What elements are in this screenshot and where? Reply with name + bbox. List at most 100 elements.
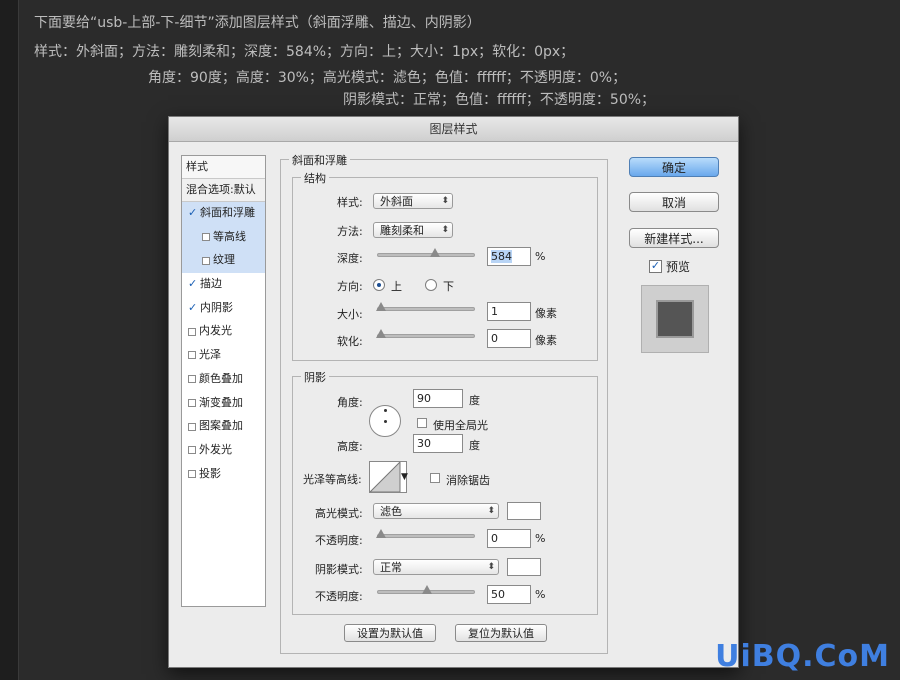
checkbox-icon[interactable] <box>188 446 196 455</box>
highlight-opacity-value: 0 <box>491 532 498 545</box>
shadow-mode-label: 阴影模式: <box>315 563 363 576</box>
instruction-line-1: 下面要给“usb-上部-下-细节”添加图层样式（斜面浮雕、描边、内阴影） <box>34 15 481 31</box>
gloss-contour-label: 光泽等高线: <box>303 473 362 486</box>
shadow-color-swatch[interactable] <box>507 558 541 576</box>
layer-style-dialog: 图层样式 样式 混合选项:默认 ✓ 斜面和浮雕 等高线 纹理 ✓ 描边 ✓ 内阴影 内发光 光泽颜… <box>168 116 739 668</box>
antialias-checkbox[interactable] <box>430 473 440 483</box>
shadow-opacity-input[interactable]: 50 <box>487 585 531 604</box>
direction-up-label: 上 <box>391 280 402 293</box>
shadow-opacity-slider[interactable] <box>377 585 475 594</box>
global-light-checkbox[interactable] <box>417 418 427 428</box>
direction-down-radio[interactable] <box>425 279 437 291</box>
soften-value: 0 <box>491 332 498 345</box>
left-panel-strip <box>0 0 19 680</box>
altitude-value: 30 <box>417 437 431 450</box>
highlight-opacity-slider[interactable] <box>376 529 475 538</box>
style-list-item-label: 描边 <box>200 277 222 291</box>
checkmark-icon[interactable]: ✓ <box>188 273 197 296</box>
preview-thumbnail <box>641 285 709 353</box>
make-default-button[interactable]: 设置为默认值 <box>344 624 436 642</box>
depth-label: 深度: <box>337 252 363 265</box>
depth-input[interactable]: 584 <box>487 247 531 266</box>
style-list-item[interactable]: 图案叠加 <box>182 415 265 439</box>
shading-title: 阴影 <box>301 369 329 385</box>
shadow-opacity-unit: % <box>535 588 546 601</box>
dialog-title[interactable]: 图层样式 <box>169 117 738 142</box>
blending-options-item[interactable]: 混合选项:默认 <box>182 179 265 202</box>
angle-label: 角度: <box>337 396 363 409</box>
style-list-item[interactable]: 内发光 <box>182 320 265 344</box>
shadow-opacity-value: 50 <box>491 588 505 601</box>
style-list-item[interactable]: ✓ 内阴影 <box>182 297 265 321</box>
style-list-item[interactable]: 等高线 <box>182 225 265 250</box>
depth-slider-thumb[interactable] <box>430 248 440 257</box>
structure-title: 结构 <box>301 170 329 186</box>
style-list-item[interactable]: 渐变叠加 <box>182 392 265 416</box>
depth-unit: % <box>535 250 546 263</box>
highlight-opacity-thumb[interactable] <box>376 529 386 538</box>
ok-button[interactable]: 确定 <box>629 157 719 177</box>
shadow-opacity-label: 不透明度: <box>315 590 363 603</box>
altitude-unit: 度 <box>469 439 480 452</box>
technique-select-value: 雕刻柔和 <box>380 224 424 237</box>
preview-swatch <box>656 300 694 338</box>
preview-check-icon[interactable]: ✓ <box>649 260 662 273</box>
reset-default-button[interactable]: 复位为默认值 <box>455 624 547 642</box>
style-list-item[interactable]: 外发光 <box>182 439 265 463</box>
instruction-line-3: 角度：90度；高度：30%；高光模式：滤色；色值：ffffff；不透明度：0%； <box>148 70 627 86</box>
angle-unit: 度 <box>469 394 480 407</box>
contour-dropdown-icon[interactable]: ▼ <box>401 472 408 482</box>
style-list-item[interactable]: ✓ 斜面和浮雕 <box>182 202 265 226</box>
style-list-item-label: 光泽 <box>199 348 221 362</box>
size-unit: 像素 <box>535 307 557 320</box>
angle-input[interactable]: 90 <box>413 389 463 408</box>
highlight-opacity-input[interactable]: 0 <box>487 529 531 548</box>
altitude-input[interactable]: 30 <box>413 434 463 453</box>
depth-slider[interactable] <box>377 248 475 257</box>
style-list-item[interactable]: 颜色叠加 <box>182 368 265 392</box>
style-list-item[interactable]: ✓ 描边 <box>182 273 265 297</box>
direction-up-radio[interactable] <box>373 279 385 291</box>
style-list-item-label: 等高线 <box>213 229 246 243</box>
style-select[interactable]: 外斜面 ⬍ <box>373 193 453 209</box>
style-list-item[interactable]: 投影 <box>182 463 265 487</box>
site-watermark: UiBQ.CoM <box>715 639 890 674</box>
style-list-item-label: 内阴影 <box>200 300 233 314</box>
shadow-mode-select[interactable]: 正常 ⬍ <box>373 559 499 575</box>
angle-dial[interactable] <box>369 405 401 437</box>
checkbox-icon[interactable] <box>202 233 210 242</box>
size-input[interactable]: 1 <box>487 302 531 321</box>
shadow-opacity-thumb[interactable] <box>422 585 432 594</box>
direction-down-label: 下 <box>443 280 454 293</box>
size-slider[interactable] <box>376 302 475 311</box>
new-style-button[interactable]: 新建样式... <box>629 228 719 248</box>
preview-checkbox[interactable]: ✓ 预览 <box>649 258 690 275</box>
checkbox-icon[interactable] <box>188 469 196 478</box>
antialias-label: 消除锯齿 <box>446 474 490 487</box>
style-list-item-label: 斜面和浮雕 <box>200 206 255 219</box>
style-list-header[interactable]: 样式 <box>182 156 265 179</box>
checkbox-icon[interactable] <box>188 398 196 407</box>
cancel-button[interactable]: 取消 <box>629 192 719 212</box>
style-list-item[interactable]: 纹理 <box>182 249 265 274</box>
technique-select[interactable]: 雕刻柔和 ⬍ <box>373 222 453 238</box>
altitude-label: 高度: <box>337 440 363 453</box>
highlight-mode-select[interactable]: 滤色 ⬍ <box>373 503 499 519</box>
soften-input[interactable]: 0 <box>487 329 531 348</box>
global-light-label: 使用全局光 <box>433 419 488 432</box>
style-list-item[interactable]: 光泽 <box>182 344 265 368</box>
instruction-line-2: 样式：外斜面；方法：雕刻柔和；深度：584%；方向：上；大小：1px；软化：0p… <box>34 44 575 60</box>
checkmark-icon[interactable]: ✓ <box>188 202 197 225</box>
soften-slider[interactable] <box>376 329 475 338</box>
soften-slider-thumb[interactable] <box>376 329 386 338</box>
checkbox-icon[interactable] <box>202 256 210 265</box>
instruction-line-4: 阴影模式：正常；色值：ffffff；不透明度：50%； <box>343 92 656 108</box>
checkbox-icon[interactable] <box>188 422 196 431</box>
checkbox-icon[interactable] <box>188 351 196 360</box>
size-value: 1 <box>491 305 498 318</box>
highlight-color-swatch[interactable] <box>507 502 541 520</box>
size-slider-thumb[interactable] <box>376 302 386 311</box>
checkbox-icon[interactable] <box>188 327 196 336</box>
checkbox-icon[interactable] <box>188 375 196 384</box>
checkmark-icon[interactable]: ✓ <box>188 297 197 320</box>
